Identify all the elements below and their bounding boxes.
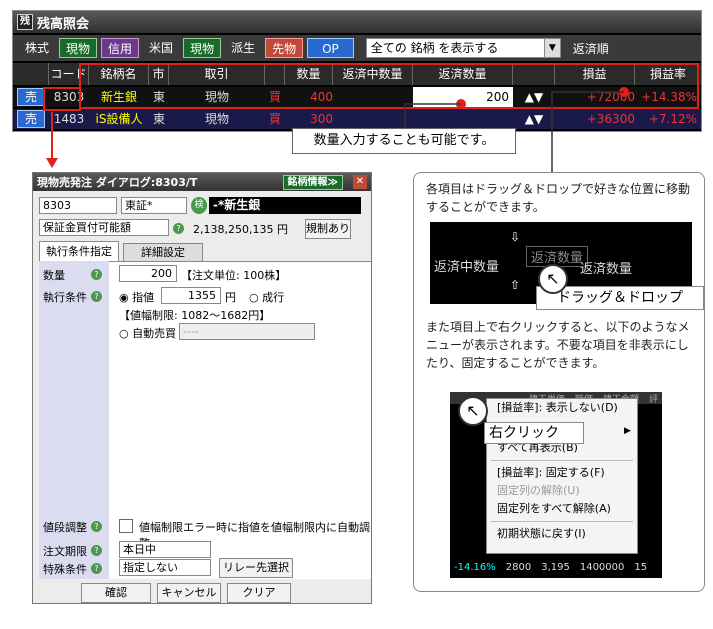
bg-r3: 3,195	[541, 562, 570, 573]
stock-info-button[interactable]: 銘柄情報≫	[282, 175, 343, 190]
cursor-icon: ↖	[458, 396, 488, 426]
qty-label: 数量	[43, 269, 65, 282]
market-order-radio[interactable]: ○ 成行	[249, 289, 284, 305]
tab-execution[interactable]: 執行条件指定	[39, 241, 119, 261]
limit-label: 指値	[132, 291, 155, 304]
period-label: 注文期限	[43, 545, 87, 558]
bg-r1: -14.16%	[454, 562, 496, 573]
market-select[interactable]: 東証*	[121, 197, 187, 214]
restriction-button[interactable]: 規制あり	[305, 219, 351, 239]
adjust-label: 値段調整	[43, 521, 87, 534]
market-order-label: 成行	[262, 291, 285, 304]
qty-input[interactable]: 200	[119, 265, 177, 282]
dialog-titlebar: 現物売発注 ダイアログ:8303/T 銘柄情報≫ ✕	[33, 173, 371, 191]
limit-radio[interactable]: ◉ 指値	[119, 289, 154, 305]
price-input[interactable]: 1355	[161, 287, 221, 304]
relay-button[interactable]: リレー先選択	[219, 558, 293, 578]
drag-col-1: 返済中数量	[434, 260, 500, 275]
yen-label: 円	[225, 291, 236, 304]
bg-r4: 1400000	[579, 562, 625, 573]
cursor-icon: ↖	[538, 264, 568, 294]
chevron-right-icon: ▶	[624, 426, 631, 436]
drag-col-2: 返済数量	[580, 262, 633, 277]
bg-r2: 2800	[505, 562, 532, 573]
help-icon: ?	[91, 521, 102, 532]
auto-trade-label: 自動売買	[132, 327, 177, 340]
period-select[interactable]: 本日中	[119, 541, 211, 558]
code-field[interactable]: 8303	[39, 197, 117, 214]
right-click-explanation: また項目上で右クリックすると、以下のようなメニューが表示されます。不要な項目を非…	[426, 320, 690, 370]
cond-label: 執行条件	[43, 291, 87, 304]
adjust-checkbox[interactable]	[119, 519, 133, 533]
help-icon: ?	[91, 545, 102, 556]
menu-reset[interactable]: 初期状態に戻す(I)	[487, 525, 637, 543]
right-click-label: 右クリック	[484, 422, 584, 444]
arrow-up-icon: ⇧	[510, 278, 521, 292]
qty-input-callout: 数量入力することも可能です。	[292, 128, 516, 154]
bg-bottom-row: -14.16% 2800 3,195 1400000 15	[450, 562, 662, 578]
menu-fix[interactable]: [損益率]: 固定する(F)	[487, 464, 637, 482]
price-range: 【値幅制限: 1082～1682円】	[119, 309, 271, 322]
search-icon[interactable]: 検	[191, 197, 207, 214]
close-icon[interactable]: ✕	[353, 175, 367, 189]
available-amount: 2,138,250,135 円	[193, 223, 288, 236]
help-icon: ?	[91, 563, 102, 574]
order-unit: 【注文単位: 100株】	[181, 269, 287, 282]
special-label: 特殊条件	[43, 563, 87, 576]
arrow-down-icon: ⇩	[510, 230, 521, 244]
menu-unfix-all[interactable]: 固定列をすべて解除(A)	[487, 500, 637, 518]
special-select[interactable]: 指定しない	[119, 559, 211, 576]
bg-r5: 15	[634, 562, 648, 573]
cancel-button[interactable]: キャンセル	[157, 583, 221, 603]
bg-h4: 評	[648, 395, 658, 405]
auto-trade-radio[interactable]: ○ 自動売買	[119, 325, 176, 341]
sell-order-dialog: 現物売発注 ダイアログ:8303/T 銘柄情報≫ ✕ 8303 東証* 検 -*…	[32, 172, 372, 604]
tab-details[interactable]: 詳細設定	[123, 243, 203, 261]
drag-explanation: 各項目はドラッグ＆ドロップで好きな位置に移動することができます。	[426, 182, 691, 214]
confirm-button[interactable]: 確認	[81, 583, 151, 603]
menu-separator	[491, 460, 633, 461]
menu-hide[interactable]: [損益率]: 表示しない(D)	[487, 399, 637, 417]
help-icon: ?	[91, 291, 102, 302]
help-icon: ?	[91, 269, 102, 280]
menu-separator	[491, 521, 633, 522]
auto-trade-select[interactable]: ----	[179, 323, 315, 340]
stock-name: -*新生銀	[209, 197, 361, 214]
green-info-icon: ?	[173, 220, 184, 234]
clear-button[interactable]: クリア	[227, 583, 291, 603]
menu-unfix[interactable]: 固定列の解除(U)	[487, 482, 637, 500]
dialog-title: 現物売発注 ダイアログ:8303/T	[37, 176, 198, 189]
account-select[interactable]: 保証金買付可能額	[39, 219, 169, 236]
